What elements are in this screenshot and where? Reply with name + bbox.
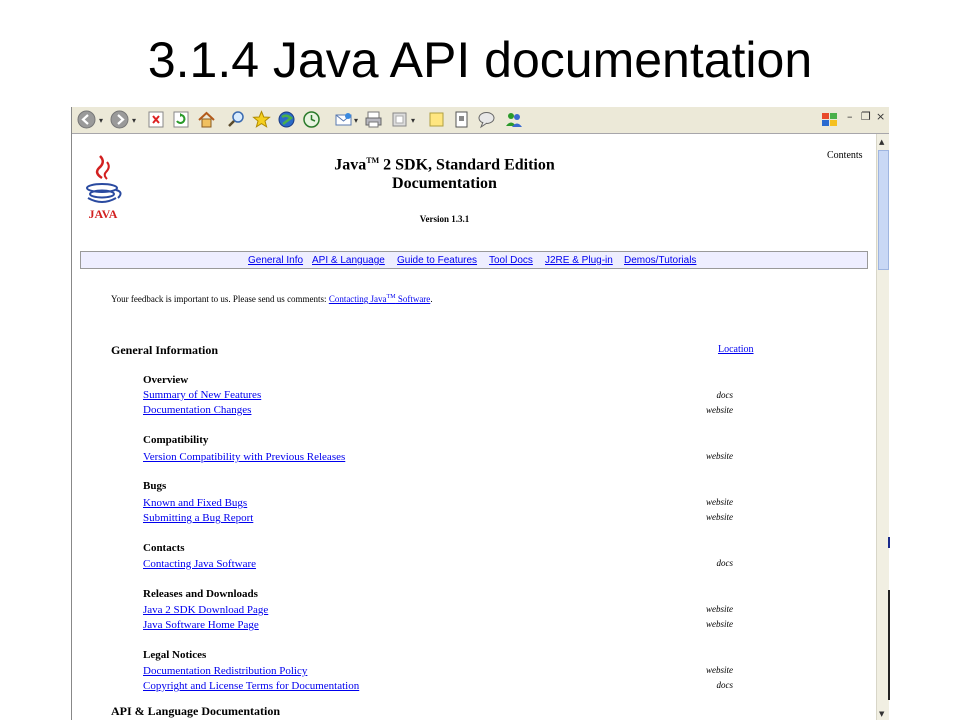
section-title-bugs: Bugs [143, 480, 167, 492]
browser-toolbar: ▾ ▾ ▾ ▾ – ❐ × [72, 107, 889, 134]
link-documentation-changes[interactable]: Documentation Changes [143, 404, 251, 416]
location-link[interactable]: Location [718, 344, 754, 355]
link-java-software-home-page[interactable]: Java Software Home Page [143, 619, 259, 631]
messenger-icon[interactable] [477, 110, 496, 129]
tag-copyright-license-terms: docs [716, 680, 734, 690]
link-redistribution-policy[interactable]: Documentation Redistribution Policy [143, 665, 307, 677]
doc-title-sdk: 2 SDK, Standard Edition [379, 156, 555, 174]
tag-contacting-java-software: docs [716, 558, 734, 568]
java-logo: JAVA [80, 152, 126, 222]
print-icon[interactable] [364, 110, 383, 129]
link-known-fixed-bugs[interactable]: Known and Fixed Bugs [143, 497, 247, 509]
close-icon[interactable]: × [876, 110, 885, 123]
general-information-heading: General Information [111, 343, 218, 357]
history-icon[interactable] [302, 110, 321, 129]
nav-guide-to-features[interactable]: Guide to Features [397, 255, 477, 266]
home-icon[interactable] [197, 110, 216, 129]
api-language-heading: API & Language Documentation [111, 704, 281, 718]
tag-submitting-bug-report: website [706, 512, 733, 522]
feedback-text: Your feedback is important to us. Please… [111, 294, 329, 304]
mail-icon[interactable] [334, 110, 353, 129]
tag-summary-new-features: docs [716, 390, 734, 400]
research-icon[interactable] [452, 110, 471, 129]
tag-redistribution-policy: website [706, 665, 733, 675]
browser-window: ▾ ▾ ▾ ▾ – ❐ × JAVA JavaTM 2 SDK, Standar… [71, 107, 889, 720]
minimize-icon[interactable]: – [847, 110, 853, 123]
mail-dropdown-icon[interactable]: ▾ [354, 116, 358, 125]
nav-bar: General Info API & Language Guide to Fea… [80, 251, 868, 269]
users-icon[interactable] [504, 110, 523, 129]
version-label: Version 1.3.1 [419, 214, 470, 224]
section-title-compatibility: Compatibility [143, 434, 209, 446]
refresh-icon[interactable] [172, 110, 191, 129]
feedback-line: Your feedback is important to us. Please… [111, 294, 433, 304]
slide-title: 3.1.4 Java API documentation [147, 32, 813, 88]
tag-java-software-home-page: website [706, 619, 733, 629]
scroll-down-icon[interactable]: ▼ [879, 710, 884, 718]
section-title-legal-notices: Legal Notices [143, 649, 207, 661]
scroll-up-icon[interactable]: ▲ [879, 138, 884, 146]
window-edge-mark [888, 537, 890, 548]
tag-sdk-download-page: website [706, 604, 733, 614]
link-copyright-license-terms[interactable]: Copyright and License Terms for Document… [143, 680, 359, 692]
doc-title: JavaTM 2 SDK, Standard Edition Documenta… [272, 151, 617, 193]
media-icon[interactable] [277, 110, 296, 129]
link-contacting-java-software[interactable]: Contacting Java Software [143, 558, 256, 570]
scrollbar-thumb[interactable] [878, 150, 889, 270]
windows-logo-icon [820, 110, 839, 129]
stop-icon[interactable] [147, 110, 166, 129]
doc-title-java: Java [334, 156, 367, 174]
contents-link[interactable]: Contents [827, 150, 863, 161]
forward-dropdown-icon[interactable]: ▾ [132, 116, 136, 125]
feedback-link[interactable]: Contacting JavaTM Software [329, 294, 431, 304]
doc-title-tm: TM [366, 156, 380, 165]
page-content: JAVA JavaTM 2 SDK, Standard Edition Docu… [72, 134, 876, 720]
favorites-icon[interactable] [252, 110, 271, 129]
edit-icon[interactable] [390, 110, 409, 129]
section-title-releases-downloads: Releases and Downloads [143, 588, 258, 600]
link-sdk-download-page[interactable]: Java 2 SDK Download Page [143, 604, 268, 616]
restore-icon[interactable]: ❐ [861, 110, 871, 123]
doc-title-line2: Documentation [392, 175, 497, 193]
edit-dropdown-icon[interactable]: ▾ [411, 116, 415, 125]
back-dropdown-icon[interactable]: ▾ [99, 116, 103, 125]
section-title-overview: Overview [143, 374, 189, 386]
section-title-contacts: Contacts [143, 542, 185, 554]
nav-demos-tutorials[interactable]: Demos/Tutorials [624, 255, 696, 266]
forward-icon[interactable] [110, 110, 129, 129]
nav-j2re-plugin[interactable]: J2RE & Plug-in [545, 255, 613, 266]
search-icon[interactable] [227, 110, 246, 129]
link-submitting-bug-report[interactable]: Submitting a Bug Report [143, 512, 253, 524]
java-logo-text: JAVA [89, 207, 118, 221]
back-icon[interactable] [77, 110, 96, 129]
tag-known-fixed-bugs: website [706, 497, 733, 507]
nav-tool-docs[interactable]: Tool Docs [489, 255, 533, 266]
tag-documentation-changes: website [706, 405, 733, 415]
link-version-compatibility[interactable]: Version Compatibility with Previous Rele… [143, 451, 345, 463]
window-edge-shadow [888, 590, 890, 700]
nav-api-language[interactable]: API & Language [312, 255, 385, 266]
tag-version-compatibility: website [706, 451, 733, 461]
link-summary-new-features[interactable]: Summary of New Features [143, 389, 261, 401]
notes-icon[interactable] [427, 110, 446, 129]
nav-general-info[interactable]: General Info [248, 255, 303, 266]
